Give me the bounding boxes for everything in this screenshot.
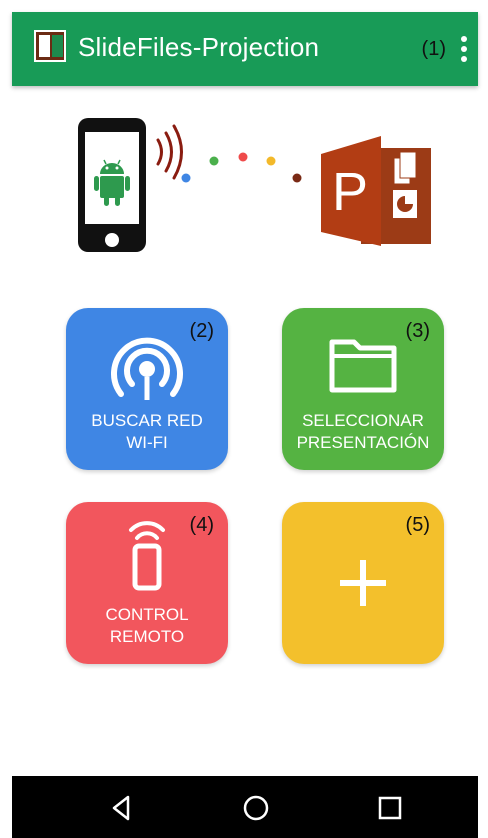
- plus-icon: [340, 560, 386, 606]
- marker-3: (3): [405, 320, 430, 342]
- home-icon[interactable]: [240, 792, 272, 824]
- recents-icon[interactable]: [374, 792, 406, 824]
- remote-control-label-line1: CONTROL: [105, 605, 189, 624]
- marker-4: (4): [189, 514, 214, 536]
- signal-waves-icon: [156, 124, 183, 180]
- add-button[interactable]: (5): [282, 502, 444, 664]
- android-phone-icon: [78, 118, 146, 252]
- marker-5: (5): [405, 514, 430, 536]
- connection-dots-icon: [181, 152, 302, 183]
- search-wifi-label-line1: BUSCAR RED: [91, 411, 203, 430]
- app-logo-icon: [34, 30, 66, 62]
- marker-1: (1): [421, 38, 446, 60]
- marker-2: (2): [189, 320, 214, 342]
- app-bar: SlideFiles-Projection (1): [12, 12, 478, 86]
- back-icon[interactable]: [106, 792, 138, 824]
- search-wifi-label-line2: WI-FI: [126, 433, 168, 452]
- remote-control-label-line2: REMOTO: [109, 627, 185, 646]
- select-presentation-label-line2: PRESENTACIÓN: [296, 433, 430, 452]
- select-presentation-label-line1: SELECCIONAR: [302, 411, 424, 430]
- remote-control-button[interactable]: (4) CONTROL REMOTO: [66, 502, 228, 664]
- app-title: SlideFiles-Projection: [78, 32, 320, 62]
- select-presentation-button[interactable]: (3) SELECCIONAR PRESENTACIÓN: [282, 308, 444, 470]
- overflow-menu-icon[interactable]: [460, 36, 468, 66]
- system-navigation-bar: [12, 776, 478, 838]
- left-frame: [0, 0, 12, 838]
- remote-control-icon: [129, 521, 165, 591]
- svg-text:P: P: [332, 162, 368, 222]
- wifi-broadcast-icon: [111, 337, 183, 400]
- connection-illustration: P: [76, 116, 436, 266]
- right-frame: [478, 0, 488, 838]
- search-wifi-button[interactable]: (2) BUSCAR RED WI-FI: [66, 308, 228, 470]
- folder-icon: [329, 339, 397, 393]
- powerpoint-icon: P: [321, 136, 431, 246]
